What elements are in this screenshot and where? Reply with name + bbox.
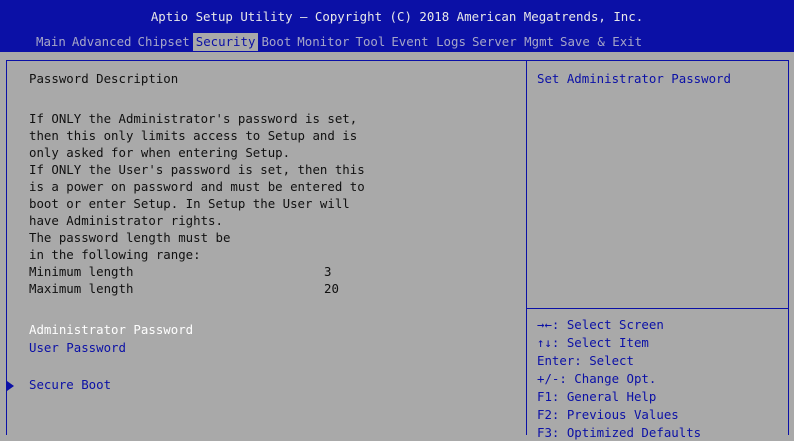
app-title: Aptio Setup Utility – Copyright (C) 2018… [150,9,644,24]
user-password-item[interactable]: User Password [29,340,126,356]
submenu-arrow-icon [7,381,14,391]
max-length-label: Maximum length [29,281,134,296]
description-line: only asked for when entering Setup. [29,145,291,160]
help-divider [527,308,788,309]
tab-monitor[interactable]: Monitor [294,33,352,51]
description-line: in the following range: [29,247,201,262]
key-hint: Enter: Select [537,353,634,368]
description-line: then this only limits access to Setup an… [29,128,358,143]
administrator-password-item[interactable]: Administrator Password [29,322,193,338]
key-hint: F3: Optimized Defaults [537,425,702,440]
min-length-label: Minimum length [29,264,134,279]
tab-boot[interactable]: Boot [258,33,294,51]
secure-boot-item[interactable]: Secure Boot [29,377,111,393]
tab-save-exit[interactable]: Save & Exit [557,33,645,51]
header-bar: Aptio Setup Utility – Copyright (C) 2018… [0,0,794,52]
description-line: The password length must be [29,230,231,245]
tab-server-mgmt[interactable]: Server Mgmt [469,33,557,51]
description-line: have Administrator rights. [29,213,223,228]
tab-event-logs[interactable]: Event Logs [388,33,469,51]
help-panel: Set Administrator Password →←: Select Sc… [527,60,789,440]
menu-bar: Main Advanced Chipset Security Boot Moni… [33,33,645,51]
description-line: boot or enter Setup. In Setup the User w… [29,196,350,211]
tab-tool[interactable]: Tool [353,33,389,51]
key-hint: →←: Select Screen [537,317,664,332]
tab-advanced[interactable]: Advanced [69,33,135,51]
key-hint: +/-: Change Opt. [537,371,657,386]
max-length-value: 20 [324,281,339,296]
tab-security[interactable]: Security [192,33,259,51]
tab-main[interactable]: Main [33,33,69,51]
key-hint: F1: General Help [537,389,657,404]
description-line: If ONLY the User's password is set, then… [29,162,365,177]
section-title: Password Description [29,71,179,86]
help-text: Set Administrator Password [537,71,731,86]
key-hint: F2: Previous Values [537,407,679,422]
min-length-value: 3 [324,264,332,279]
description-line: If ONLY the Administrator's password is … [29,111,358,126]
key-hint: ↑↓: Select Item [537,335,649,350]
settings-panel: Password Description If ONLY the Adminis… [6,60,527,435]
tab-chipset[interactable]: Chipset [135,33,193,51]
description-line: is a power on password and must be enter… [29,179,365,194]
